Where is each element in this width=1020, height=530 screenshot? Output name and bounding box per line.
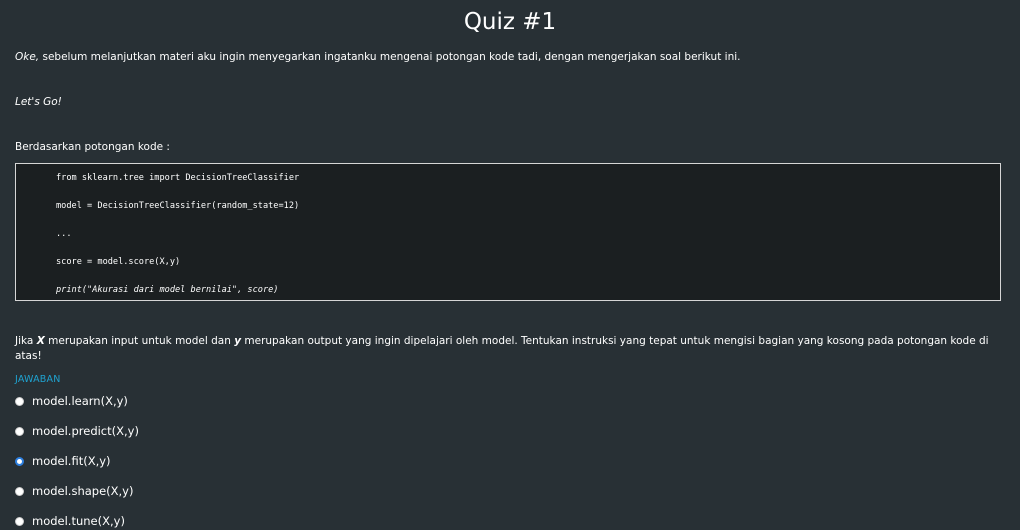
- question-part-1: Jika: [15, 335, 37, 347]
- answer-option-label: model.learn(X,y): [32, 393, 128, 408]
- quiz-title: Quiz #1: [463, 9, 557, 35]
- answer-label: JAWABAN: [15, 374, 61, 385]
- code-line-ellipsis: ...: [56, 229, 72, 239]
- intro-lead: Oke,: [15, 51, 40, 63]
- radio-button[interactable]: [15, 516, 24, 526]
- radio-button[interactable]: [15, 426, 24, 436]
- intro-text: Oke, sebelum melanjutkan materi aku ingi…: [15, 50, 1005, 65]
- radio-button[interactable]: [15, 396, 24, 406]
- radio-button-selected[interactable]: [15, 456, 24, 466]
- answer-option-label: model.tune(X,y): [32, 513, 125, 528]
- radio-button[interactable]: [15, 486, 24, 496]
- answer-option-predict[interactable]: model.predict(X,y): [15, 422, 139, 440]
- answer-option-fit[interactable]: model.fit(X,y): [15, 452, 111, 470]
- intro-body: sebelum melanjutkan materi aku ingin men…: [39, 51, 741, 63]
- answer-option-tune[interactable]: model.tune(X,y): [15, 512, 125, 530]
- code-line-print: print("Akurasi dari model bernilai", sco…: [56, 285, 279, 295]
- question-var-x: X: [36, 335, 45, 347]
- code-block: from sklearn.tree import DecisionTreeCla…: [15, 163, 1001, 301]
- question-text: Jika X merupakan input untuk model dan y…: [15, 334, 1000, 364]
- answer-option-label: model.fit(X,y): [32, 453, 111, 468]
- code-intro-text: Berdasarkan potongan kode :: [15, 141, 170, 153]
- code-line-score: score = model.score(X,y): [56, 257, 181, 267]
- answer-option-label: model.predict(X,y): [32, 423, 139, 438]
- code-line-import: from sklearn.tree import DecisionTreeCla…: [56, 173, 300, 183]
- answer-option-label: model.shape(X,y): [32, 483, 134, 498]
- answer-option-learn[interactable]: model.learn(X,y): [15, 392, 128, 410]
- answer-option-shape[interactable]: model.shape(X,y): [15, 482, 133, 500]
- code-line-model: model = DecisionTreeClassifier(random_st…: [56, 201, 300, 211]
- lets-go-text: Let's Go!: [15, 96, 62, 108]
- question-part-2: merupakan input untuk model dan: [44, 335, 235, 347]
